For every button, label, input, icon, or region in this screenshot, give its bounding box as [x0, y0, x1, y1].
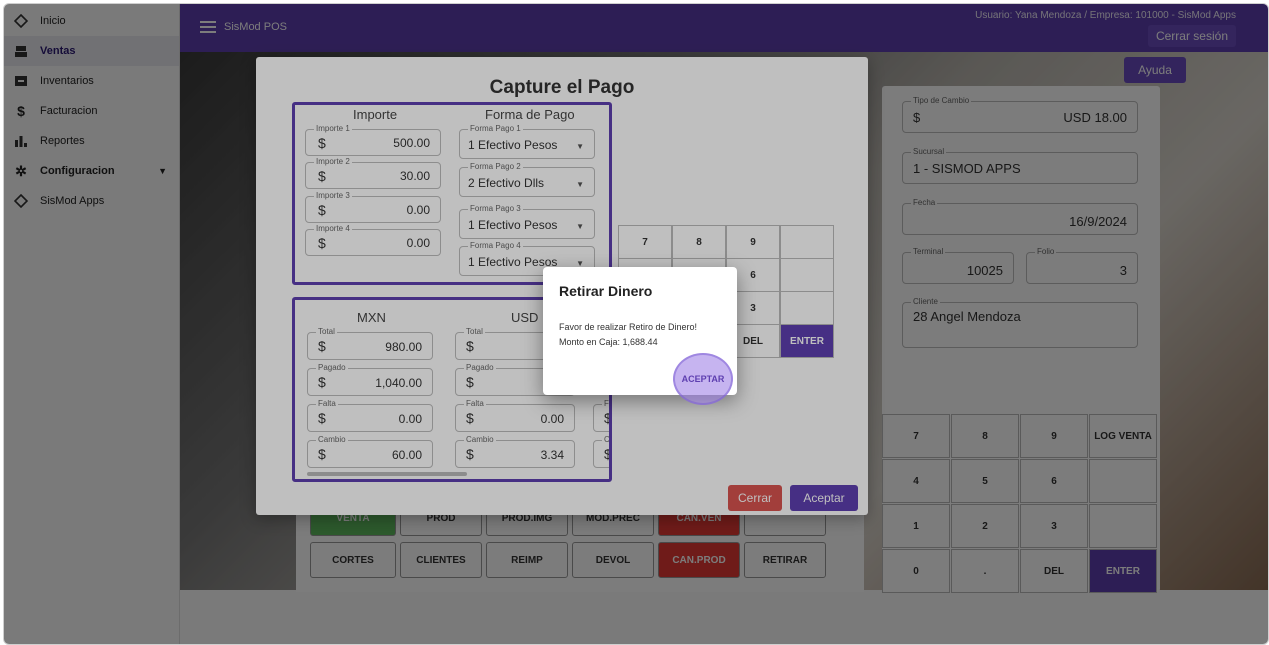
alert-message-line-1: Favor de realizar Retiro de Dinero! [559, 322, 698, 332]
alert-title: Retirar Dinero [559, 283, 653, 299]
alert-message: Favor de realizar Retiro de Dinero! Mont… [559, 320, 697, 350]
alert-message-line-2: Monto en Caja: 1,688.44 [559, 337, 658, 347]
app-window: Inicio Ventas Inventarios $ Facturacion … [3, 3, 1269, 645]
withdraw-alert-dialog: Retirar Dinero Favor de realizar Retiro … [543, 267, 737, 405]
alert-accept-button[interactable]: ACEPTAR [673, 353, 733, 405]
